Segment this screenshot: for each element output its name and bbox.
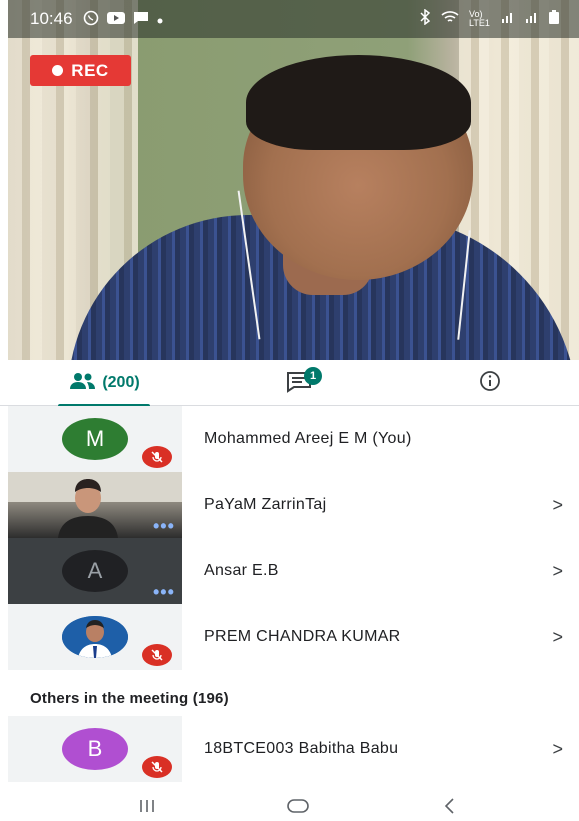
message-icon bbox=[133, 11, 149, 28]
participant-row[interactable]: M Mohammed Areej E M (You) bbox=[0, 406, 579, 472]
participant-row[interactable]: PREM CHANDRA KUMAR > bbox=[0, 604, 579, 670]
speaker-hair bbox=[246, 55, 471, 150]
dot-icon bbox=[157, 11, 163, 27]
system-nav-bar bbox=[0, 790, 579, 821]
chevron-right-icon: > bbox=[552, 494, 563, 515]
avatar: B bbox=[62, 728, 128, 770]
avatar-photo bbox=[62, 616, 128, 658]
status-icons-right: Vo) LTE1 bbox=[419, 8, 559, 28]
video-feed[interactable] bbox=[8, 0, 579, 360]
chevron-right-icon: > bbox=[552, 560, 563, 581]
record-dot-icon bbox=[52, 65, 64, 76]
participant-name: PaYaM ZarrinTaj bbox=[204, 496, 327, 513]
battery-icon bbox=[549, 10, 559, 27]
participant-row[interactable]: B 18BTCE003 Babitha Babu > bbox=[0, 716, 579, 782]
participant-tile: B bbox=[8, 716, 182, 782]
chevron-right-icon: > bbox=[552, 738, 563, 759]
recording-label: REC bbox=[71, 60, 109, 80]
tab-bar: (200) 1 bbox=[0, 360, 579, 407]
tab-info[interactable] bbox=[460, 360, 520, 406]
participant-tile: M bbox=[8, 406, 182, 472]
mic-off-icon bbox=[142, 644, 172, 666]
participant-tile bbox=[8, 604, 182, 670]
chevron-right-icon: > bbox=[552, 626, 563, 647]
people-icon bbox=[68, 372, 96, 395]
others-section-title: Others in the meeting (196) bbox=[30, 690, 229, 707]
status-icons-left bbox=[83, 10, 163, 29]
participant-name: Mohammed Areej E M (You) bbox=[204, 430, 412, 447]
whatsapp-icon bbox=[83, 10, 99, 29]
youtube-icon bbox=[106, 11, 125, 28]
participant-tile: A ••• bbox=[8, 538, 182, 604]
tab-chat[interactable]: 1 bbox=[270, 360, 330, 406]
avatar: A bbox=[62, 550, 128, 592]
tab-people[interactable]: (200) bbox=[58, 360, 150, 407]
mic-off-icon bbox=[142, 446, 172, 468]
more-options-icon: ••• bbox=[153, 582, 175, 602]
avatar: M bbox=[62, 418, 128, 460]
participant-row[interactable]: ••• PaYaM ZarrinTaj > bbox=[0, 472, 579, 538]
network-label: Vo) LTE1 bbox=[469, 8, 490, 28]
recent-apps-icon[interactable] bbox=[132, 794, 162, 818]
participant-video-tile: ••• bbox=[8, 472, 182, 538]
info-icon bbox=[479, 370, 501, 397]
back-icon[interactable] bbox=[435, 794, 465, 818]
chat-unread-badge: 1 bbox=[304, 367, 322, 385]
people-count: (200) bbox=[102, 374, 140, 391]
participant-name: PREM CHANDRA KUMAR bbox=[204, 628, 401, 645]
wifi-icon bbox=[441, 10, 459, 27]
home-icon[interactable] bbox=[283, 794, 313, 818]
signal-icon bbox=[501, 10, 515, 27]
recording-badge: REC bbox=[30, 55, 131, 86]
participant-name: 18BTCE003 Babitha Babu bbox=[204, 740, 399, 757]
participant-name: Ansar E.B bbox=[204, 562, 279, 579]
bluetooth-icon bbox=[419, 8, 431, 28]
status-time: 10:46 bbox=[30, 9, 73, 28]
mic-off-icon bbox=[142, 756, 172, 778]
signal-icon bbox=[525, 10, 539, 27]
participant-row[interactable]: A ••• Ansar E.B > bbox=[0, 538, 579, 604]
status-bar: 10:46 Vo) LTE1 bbox=[8, 0, 579, 38]
more-options-icon: ••• bbox=[153, 516, 175, 536]
